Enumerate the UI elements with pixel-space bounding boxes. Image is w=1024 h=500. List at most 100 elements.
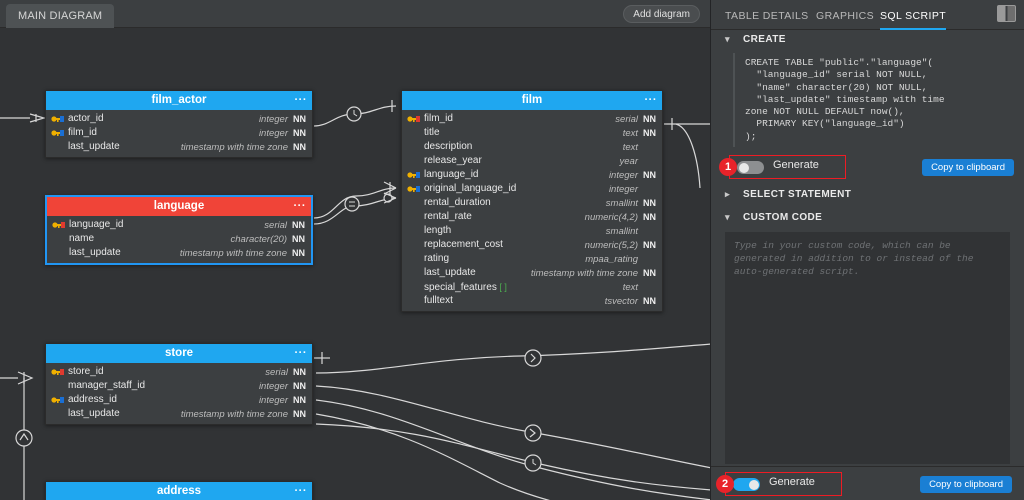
- table-columns: film_id serial NN title text NN description tex…: [402, 110, 662, 311]
- column-row[interactable]: language_id integer NN: [402, 168, 662, 182]
- column-row[interactable]: name character(20) NN: [47, 232, 311, 246]
- column-not-null-flag: NN: [293, 409, 306, 419]
- column-row[interactable]: last_update timestamp with time zone NN: [402, 266, 662, 280]
- column-name: language_id: [69, 219, 124, 230]
- primary-key-icon: [52, 221, 65, 229]
- section-label-custom-code: CUSTOM CODE: [743, 212, 823, 224]
- column-meta: numeric(5,2) NN: [585, 238, 656, 252]
- column-name: rental_duration: [424, 197, 491, 208]
- column-row[interactable]: replacement_cost numeric(5,2) NN: [402, 238, 662, 252]
- column-name: last_update: [68, 408, 120, 419]
- section-label-create: CREATE: [743, 34, 786, 45]
- column-row[interactable]: fulltext tsvector NN: [402, 294, 662, 308]
- column-meta: integer NN: [609, 168, 656, 182]
- column-row[interactable]: film_id integer NN: [46, 126, 312, 140]
- section-header-custom-code[interactable]: ▾ CUSTOM CODE: [711, 208, 1024, 227]
- column-datatype: serial: [265, 367, 288, 378]
- column-row[interactable]: special_features [ ] textNN: [402, 280, 662, 294]
- table-menu-icon[interactable]: ···: [295, 91, 308, 110]
- column-not-null-flag: NN: [643, 128, 656, 138]
- column-name: rental_rate: [424, 211, 472, 222]
- column-meta: character(20) NN: [231, 232, 306, 246]
- column-datatype: numeric(5,2): [584, 240, 638, 251]
- annotation-marker-2: 2: [716, 475, 734, 493]
- toggle-panel-layout-icon[interactable]: [997, 5, 1016, 22]
- sql-create-code[interactable]: CREATE TABLE "public"."language"( "langu…: [733, 53, 1014, 148]
- primary-key-icon: [407, 115, 420, 123]
- column-row[interactable]: language_id serial NN: [47, 218, 311, 232]
- column-row[interactable]: length smallintNN: [402, 224, 662, 238]
- tab-main-diagram[interactable]: MAIN DIAGRAM: [6, 4, 115, 28]
- copy-to-clipboard-button-custom-code[interactable]: Copy to clipboard: [920, 476, 1012, 493]
- copy-to-clipboard-button-create[interactable]: Copy to clipboard: [922, 159, 1014, 177]
- column-not-null-flag: NN: [293, 367, 306, 377]
- generate-bar-create: 1 Generate Copy to clipboard: [711, 153, 1024, 182]
- column-row[interactable]: film_id serial NN: [402, 112, 662, 126]
- column-datatype: serial: [615, 114, 638, 125]
- column-row[interactable]: description textNN: [402, 140, 662, 154]
- table-menu-icon[interactable]: ···: [645, 91, 658, 110]
- add-diagram-button[interactable]: Add diagram: [623, 5, 700, 23]
- column-not-null-flag: NN: [293, 381, 306, 391]
- column-row[interactable]: last_update timestamp with time zone NN: [46, 140, 312, 154]
- column-not-null-flag: NN: [643, 114, 656, 124]
- table-menu-icon[interactable]: ···: [295, 344, 308, 363]
- column-datatype: year: [619, 156, 638, 167]
- column-meta: numeric(4,2) NN: [585, 210, 656, 224]
- column-datatype: integer: [608, 170, 638, 181]
- column-not-null-flag: NN: [292, 220, 305, 230]
- foreign-key-icon: [51, 115, 64, 123]
- column-meta: integer NN: [259, 393, 306, 407]
- primary-key-icon: [51, 368, 64, 376]
- table-header-film_actor[interactable]: film_actor ···: [46, 91, 312, 110]
- column-datatype: integer: [258, 114, 288, 125]
- column-row[interactable]: rental_rate numeric(4,2) NN: [402, 210, 662, 224]
- table-node-film_actor[interactable]: film_actor ··· actor_id integer NN film_id int…: [45, 90, 313, 158]
- column-row[interactable]: store_id serial NN: [46, 365, 312, 379]
- table-title: store: [164, 347, 194, 359]
- section-header-create[interactable]: ▾ CREATE: [711, 30, 1024, 49]
- tab-graphics[interactable]: GRAPHICS: [816, 0, 874, 30]
- column-not-null-flag: NN: [292, 248, 305, 258]
- table-node-language[interactable]: language ··· language_id serial NN name charac…: [45, 195, 313, 265]
- column-meta: text NN: [623, 126, 656, 140]
- column-row[interactable]: last_update timestamp with time zone NN: [46, 407, 312, 421]
- column-name: release_year: [424, 155, 482, 166]
- column-datatype: text: [622, 142, 638, 153]
- column-row[interactable]: actor_id integer NN: [46, 112, 312, 126]
- column-row[interactable]: title text NN: [402, 126, 662, 140]
- column-row[interactable]: rental_duration smallint NN: [402, 196, 662, 210]
- table-node-address[interactable]: address ···: [45, 481, 313, 500]
- column-row[interactable]: original_language_id integerNN: [402, 182, 662, 196]
- column-row[interactable]: manager_staff_id integer NN: [46, 379, 312, 393]
- table-header-language[interactable]: language ···: [47, 197, 311, 216]
- column-name: last_update: [68, 141, 120, 152]
- table-header-address[interactable]: address ···: [46, 482, 312, 500]
- column-name: special_features: [424, 282, 497, 293]
- column-row[interactable]: address_id integer NN: [46, 393, 312, 407]
- column-name: film_id: [68, 127, 97, 138]
- column-name: language_id: [424, 169, 479, 180]
- column-name: actor_id: [68, 113, 104, 124]
- annotation-marker-1: 1: [719, 158, 737, 177]
- column-row[interactable]: last_update timestamp with time zone NN: [47, 246, 311, 260]
- table-header-film[interactable]: film ···: [402, 91, 662, 110]
- diagram-canvas[interactable]: film_actor ··· actor_id integer NN film_id int…: [0, 28, 710, 500]
- column-not-null-flag: NN: [293, 142, 306, 152]
- table-node-store[interactable]: store ··· store_id serial NN manager_staff_id…: [45, 343, 313, 425]
- column-meta: integer NN: [259, 379, 306, 393]
- column-row[interactable]: rating mpaa_ratingNN: [402, 252, 662, 266]
- section-header-select-statement[interactable]: ▸ SELECT STATEMENT: [711, 185, 1024, 204]
- table-header-store[interactable]: store ···: [46, 344, 312, 363]
- table-columns: store_id serial NN manager_staff_id integer N…: [46, 363, 312, 424]
- tab-table-details[interactable]: TABLE DETAILS: [725, 0, 809, 30]
- column-meta: timestamp with time zone NN: [181, 140, 306, 154]
- table-menu-icon[interactable]: ···: [295, 482, 308, 500]
- tab-sql-script[interactable]: SQL SCRIPT: [880, 0, 947, 30]
- annotation-highlight-1: [729, 155, 846, 180]
- table-menu-icon[interactable]: ···: [294, 197, 307, 216]
- custom-code-textarea[interactable]: Type in your custom code, which can be g…: [725, 232, 1010, 465]
- column-row[interactable]: release_year yearNN: [402, 154, 662, 168]
- table-node-film[interactable]: film ··· film_id serial NN title text NN descrip…: [401, 90, 663, 312]
- column-datatype: smallint: [605, 226, 638, 237]
